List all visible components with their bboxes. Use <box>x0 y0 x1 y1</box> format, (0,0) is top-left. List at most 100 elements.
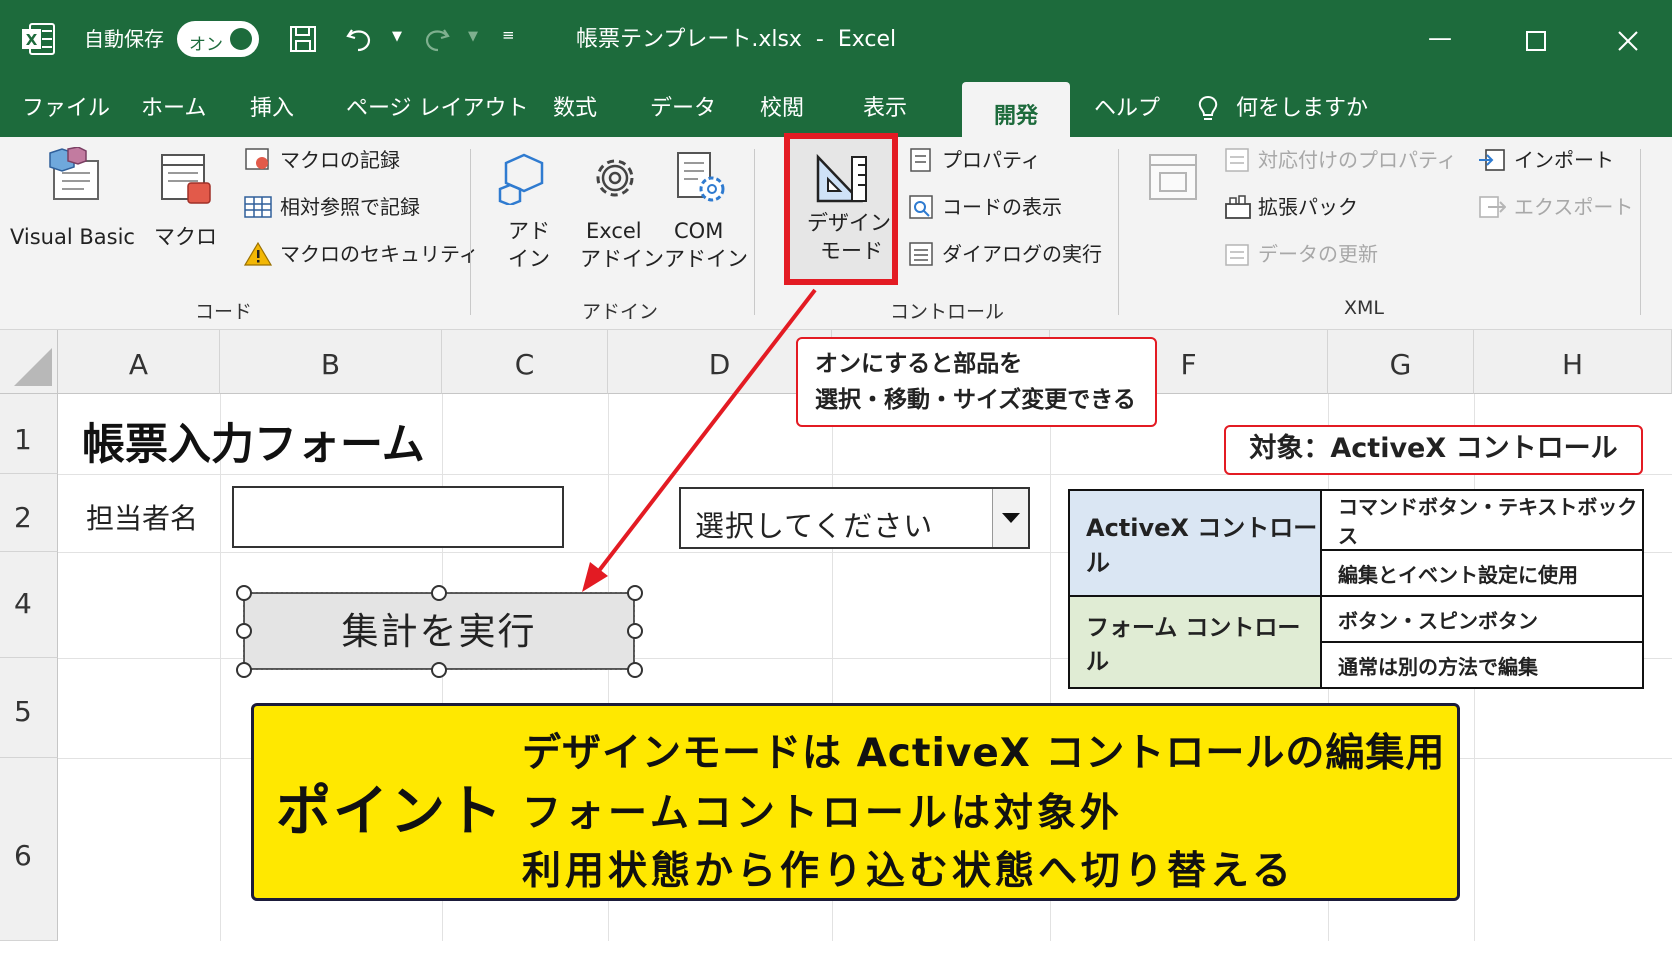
macro-label: マクロ <box>154 225 217 249</box>
column-header-c[interactable]: C <box>442 330 608 394</box>
import-label: インポート <box>1514 148 1614 172</box>
redo-dropdown-icon: ▼ <box>468 29 478 44</box>
redo-icon[interactable] <box>422 24 452 54</box>
import-icon <box>1479 149 1505 171</box>
relative-reference-button[interactable]: 相対参照で記録 <box>240 190 470 224</box>
com-addins-button[interactable]: COM アドイン <box>662 147 748 271</box>
tab-page-layout[interactable]: ページ レイアウト <box>346 98 529 120</box>
design-mode-label-line1: デザイン <box>807 211 891 235</box>
export-label: エクスポート <box>1514 195 1634 219</box>
corner-triangle-icon <box>14 348 52 386</box>
addins-label-line2: イン <box>508 247 550 271</box>
resize-handle[interactable] <box>627 585 643 601</box>
macro-icon <box>161 154 211 204</box>
target-label: 対象：ActiveX コントロール <box>1224 425 1643 475</box>
point-box: ポイント デザインモードは ActiveX コントロールの編集用 フォームコント… <box>251 703 1460 901</box>
customize-toolbar-icon[interactable]: ≡ <box>502 28 515 43</box>
properties-button[interactable]: プロパティ <box>904 143 1114 177</box>
addins-button[interactable]: アド イン <box>492 147 560 271</box>
tab-file[interactable]: ファイル <box>22 98 110 120</box>
control-detail: ボタン・スピンボタン <box>1320 595 1644 643</box>
person-name-textbox[interactable] <box>232 486 564 548</box>
group-label-controls: コントロール <box>890 301 1005 323</box>
ribbon-tabs: ファイル ホーム 挿入 ページ レイアウト 数式 データ 校閲 表示 開発 ヘル… <box>0 82 1672 137</box>
undo-dropdown-icon[interactable]: ▼ <box>392 30 402 43</box>
close-icon[interactable] <box>1617 30 1639 52</box>
map-properties-icon <box>1225 148 1249 172</box>
design-mode-label-line2: モード <box>820 239 883 263</box>
row-header-1[interactable]: 1 <box>0 394 58 474</box>
resize-handle[interactable] <box>431 662 447 678</box>
column-header-h[interactable]: H <box>1474 330 1672 394</box>
autosave-label: 自動保存 <box>84 27 164 51</box>
group-separator <box>470 149 471 315</box>
column-header-a[interactable]: A <box>58 330 220 394</box>
resize-handle[interactable] <box>627 623 643 639</box>
column-header-b[interactable]: B <box>220 330 442 394</box>
control-detail: 通常は別の方法で編集 <box>1320 641 1644 689</box>
lightbulb-icon <box>1198 95 1218 120</box>
tab-developer[interactable]: 開発 <box>962 82 1070 137</box>
design-mode-icon <box>816 153 867 203</box>
expansion-packs-button[interactable]: 拡張パック <box>1220 190 1420 224</box>
save-icon[interactable] <box>288 24 318 54</box>
window-title: 帳票テンプレート.xlsx - Excel <box>576 27 897 52</box>
run-dialog-icon <box>909 242 933 266</box>
row-header-4[interactable]: 4 <box>0 552 58 658</box>
maximize-icon[interactable] <box>1525 30 1547 52</box>
visual-basic-button[interactable]: Visual Basic <box>6 147 142 267</box>
refresh-data-button: データの更新 <box>1220 237 1420 271</box>
source-icon <box>1149 154 1197 200</box>
tell-me-search[interactable]: 何をしますか <box>1236 98 1368 120</box>
undo-icon[interactable] <box>344 24 374 54</box>
com-addins-label-line1: COM <box>674 219 724 243</box>
resize-handle[interactable] <box>627 662 643 678</box>
design-mode-button[interactable]: デザイン モード <box>784 133 898 285</box>
autosave-toggle[interactable]: オン <box>177 21 259 57</box>
macro-button[interactable]: マクロ <box>150 147 220 267</box>
record-macro-label: マクロの記録 <box>280 148 400 172</box>
tab-help[interactable]: ヘルプ <box>1094 98 1160 120</box>
tab-formulas[interactable]: 数式 <box>553 98 597 120</box>
tab-home[interactable]: ホーム <box>141 98 206 120</box>
row-header-2[interactable]: 2 <box>0 474 58 552</box>
import-button[interactable]: インポート <box>1474 143 1624 177</box>
run-dialog-button[interactable]: ダイアログの実行 <box>904 237 1114 271</box>
row-header-6[interactable]: 6 <box>0 758 58 941</box>
addins-label-line1: アド <box>508 219 550 243</box>
view-code-icon <box>909 195 933 219</box>
macro-security-button[interactable]: マクロのセキュリティ <box>240 237 479 271</box>
select-all-corner[interactable] <box>0 330 58 394</box>
staff-dropdown-value: 選択してください <box>695 509 934 543</box>
table-row: フォーム コントロール ボタン・スピンボタン <box>1068 595 1644 689</box>
row-header-5[interactable]: 5 <box>0 658 58 758</box>
refresh-data-label: データの更新 <box>1258 242 1378 266</box>
form-title: 帳票入力フォーム <box>82 420 425 470</box>
dropdown-arrow-button[interactable] <box>992 489 1028 547</box>
resize-handle[interactable] <box>236 585 252 601</box>
column-header-g[interactable]: G <box>1328 330 1474 394</box>
view-code-button[interactable]: コードの表示 <box>904 190 1114 224</box>
group-separator <box>754 149 755 315</box>
svg-text:X: X <box>26 31 38 49</box>
excel-logo-icon: X <box>22 23 55 55</box>
excel-addins-button[interactable]: Excel アドイン <box>578 147 664 271</box>
tab-data[interactable]: データ <box>650 98 716 120</box>
resize-handle[interactable] <box>236 623 252 639</box>
staff-dropdown[interactable]: 選択してください <box>679 487 1030 549</box>
point-label: ポイント <box>276 779 505 843</box>
minimize-icon[interactable]: — <box>1428 26 1452 50</box>
control-detail: 編集とイベント設定に使用 <box>1320 549 1644 597</box>
tab-view[interactable]: 表示 <box>863 98 907 120</box>
control-type-form: フォーム コントロール <box>1068 595 1322 689</box>
gear-icon <box>596 159 634 197</box>
resize-handle[interactable] <box>236 662 252 678</box>
gridline <box>220 394 221 941</box>
resize-handle[interactable] <box>431 585 447 601</box>
export-button: エクスポート <box>1474 190 1633 224</box>
tab-insert[interactable]: 挿入 <box>250 98 294 120</box>
excel-addins-label-line2: アドイン <box>580 247 664 271</box>
record-macro-button[interactable]: マクロの記録 <box>240 143 470 177</box>
map-properties-label: 対応付けのプロパティ <box>1258 148 1457 172</box>
tab-review[interactable]: 校閲 <box>760 98 804 120</box>
